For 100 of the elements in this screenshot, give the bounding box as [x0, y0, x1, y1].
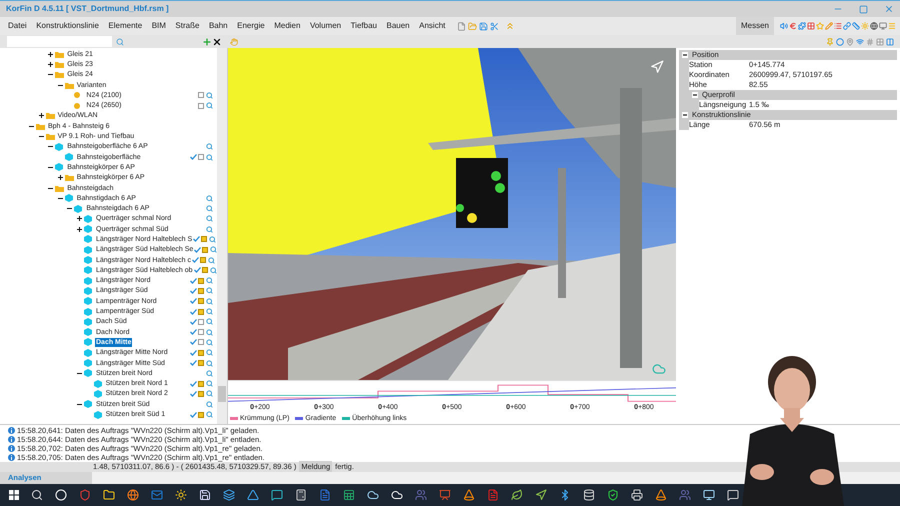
link-icon[interactable]: [843, 22, 851, 30]
marker-checkbox[interactable]: [198, 360, 204, 366]
collapse-icon[interactable]: [692, 92, 698, 98]
menu-item[interactable]: Bahn: [208, 20, 228, 32]
collapse-icon[interactable]: [77, 370, 82, 376]
collapse-icon[interactable]: [48, 186, 54, 190]
compass-icon[interactable]: [650, 60, 664, 74]
monitor-icon[interactable]: [703, 489, 715, 501]
menu-item[interactable]: Medien: [274, 20, 300, 32]
spreadsheet-icon[interactable]: [343, 489, 355, 501]
close-icon[interactable]: [212, 36, 222, 46]
pencil-icon[interactable]: [825, 22, 833, 30]
marker-checkbox[interactable]: [198, 339, 204, 346]
check-icon[interactable]: [190, 288, 197, 294]
printer-icon[interactable]: [631, 489, 643, 501]
marker-checkbox[interactable]: [198, 278, 204, 284]
collapse-icon[interactable]: [48, 144, 54, 150]
triangle-icon[interactable]: [247, 489, 259, 501]
sun-icon[interactable]: [175, 489, 187, 501]
puzzle-icon[interactable]: [798, 22, 806, 30]
collapse-icon[interactable]: [67, 206, 72, 212]
windows-logo-icon[interactable]: [9, 490, 19, 500]
message-icon[interactable]: [271, 489, 283, 501]
menu-item[interactable]: Tiefbau: [350, 20, 377, 32]
menu-item[interactable]: Elemente: [108, 20, 142, 32]
check-icon[interactable]: [194, 246, 202, 253]
check-icon[interactable]: [190, 298, 197, 304]
menu-item[interactable]: Volumen: [310, 20, 342, 32]
arrow-icon[interactable]: [535, 489, 547, 501]
bluetooth-icon[interactable]: [559, 489, 571, 501]
calculator-icon[interactable]: [295, 489, 307, 501]
check-icon[interactable]: [190, 154, 197, 160]
check-icon[interactable]: [192, 257, 199, 264]
cone-icon[interactable]: [655, 489, 667, 501]
expand-icon[interactable]: [58, 175, 63, 180]
mail-icon[interactable]: [151, 489, 163, 501]
marker-checkbox[interactable]: [198, 308, 204, 315]
marker-checkbox[interactable]: [200, 257, 206, 264]
menu-item[interactable]: BIM: [152, 20, 166, 32]
check-icon[interactable]: [190, 360, 197, 366]
menu-item[interactable]: Straße: [175, 20, 200, 32]
check-icon[interactable]: [193, 236, 200, 242]
grid-icon[interactable]: [876, 38, 884, 46]
collapse-icon[interactable]: [77, 402, 82, 407]
check-icon[interactable]: [190, 308, 197, 315]
expand-icon[interactable]: [48, 52, 54, 57]
check-icon[interactable]: [190, 278, 197, 284]
marker-checkbox[interactable]: [202, 246, 208, 253]
people-icon[interactable]: [679, 489, 691, 501]
new-file-icon[interactable]: [457, 22, 466, 30]
marker-checkbox[interactable]: [198, 288, 204, 294]
hash-icon[interactable]: [866, 38, 874, 46]
collapse-icon[interactable]: [58, 196, 63, 201]
expand-icon[interactable]: [48, 62, 54, 67]
marker-checkbox[interactable]: [198, 102, 204, 109]
map-pin-icon[interactable]: [846, 38, 854, 46]
marker-checkbox[interactable]: [198, 298, 204, 304]
collapse-icon[interactable]: [48, 164, 54, 170]
cone-icon[interactable]: [463, 489, 475, 501]
maximize-icon[interactable]: [859, 4, 868, 14]
shield-icon[interactable]: [79, 489, 91, 501]
columns-icon[interactable]: [886, 38, 894, 46]
people-icon[interactable]: [415, 489, 427, 501]
ruler-icon[interactable]: [852, 22, 860, 30]
collapse-icon[interactable]: [682, 112, 688, 118]
check-icon[interactable]: [190, 390, 197, 397]
cloud-icon[interactable]: [391, 489, 403, 501]
check-icon[interactable]: [190, 412, 197, 418]
marker-checkbox[interactable]: [198, 412, 204, 418]
scrollbar-thumb[interactable]: [218, 386, 226, 402]
folder-icon[interactable]: [103, 489, 115, 501]
marker-checkbox[interactable]: [198, 154, 204, 160]
globe-icon[interactable]: [870, 22, 878, 30]
globe-icon[interactable]: [127, 489, 139, 501]
check-icon[interactable]: [190, 318, 197, 325]
check-icon[interactable]: [190, 350, 197, 356]
menu-item[interactable]: Datei: [8, 20, 27, 32]
menu-item[interactable]: Ansicht: [419, 20, 446, 32]
check-icon[interactable]: [190, 329, 197, 336]
hand-icon[interactable]: [230, 38, 238, 46]
scrollbar[interactable]: [217, 48, 227, 424]
message-icon[interactable]: [727, 489, 739, 501]
document-icon[interactable]: [319, 489, 331, 501]
search-icon[interactable]: [31, 489, 43, 501]
marker-checkbox[interactable]: [198, 380, 204, 387]
presentation-icon[interactable]: [439, 489, 451, 501]
collapse-icon[interactable]: [29, 124, 34, 129]
chevrons-up-icon[interactable]: [505, 21, 516, 31]
expand-icon[interactable]: [77, 226, 82, 232]
scissors-icon[interactable]: [490, 22, 500, 30]
leaf-icon[interactable]: [511, 489, 523, 501]
collapse-icon[interactable]: [48, 72, 54, 78]
euro-icon[interactable]: [789, 22, 797, 30]
menu-item[interactable]: Bauen: [386, 20, 410, 32]
layers-icon[interactable]: [223, 489, 235, 501]
menu-item[interactable]: Energie: [237, 20, 265, 32]
database-icon[interactable]: [583, 489, 595, 501]
speaker-icon[interactable]: [780, 22, 788, 30]
marker-checkbox[interactable]: [198, 329, 204, 336]
check-icon[interactable]: [194, 267, 201, 274]
